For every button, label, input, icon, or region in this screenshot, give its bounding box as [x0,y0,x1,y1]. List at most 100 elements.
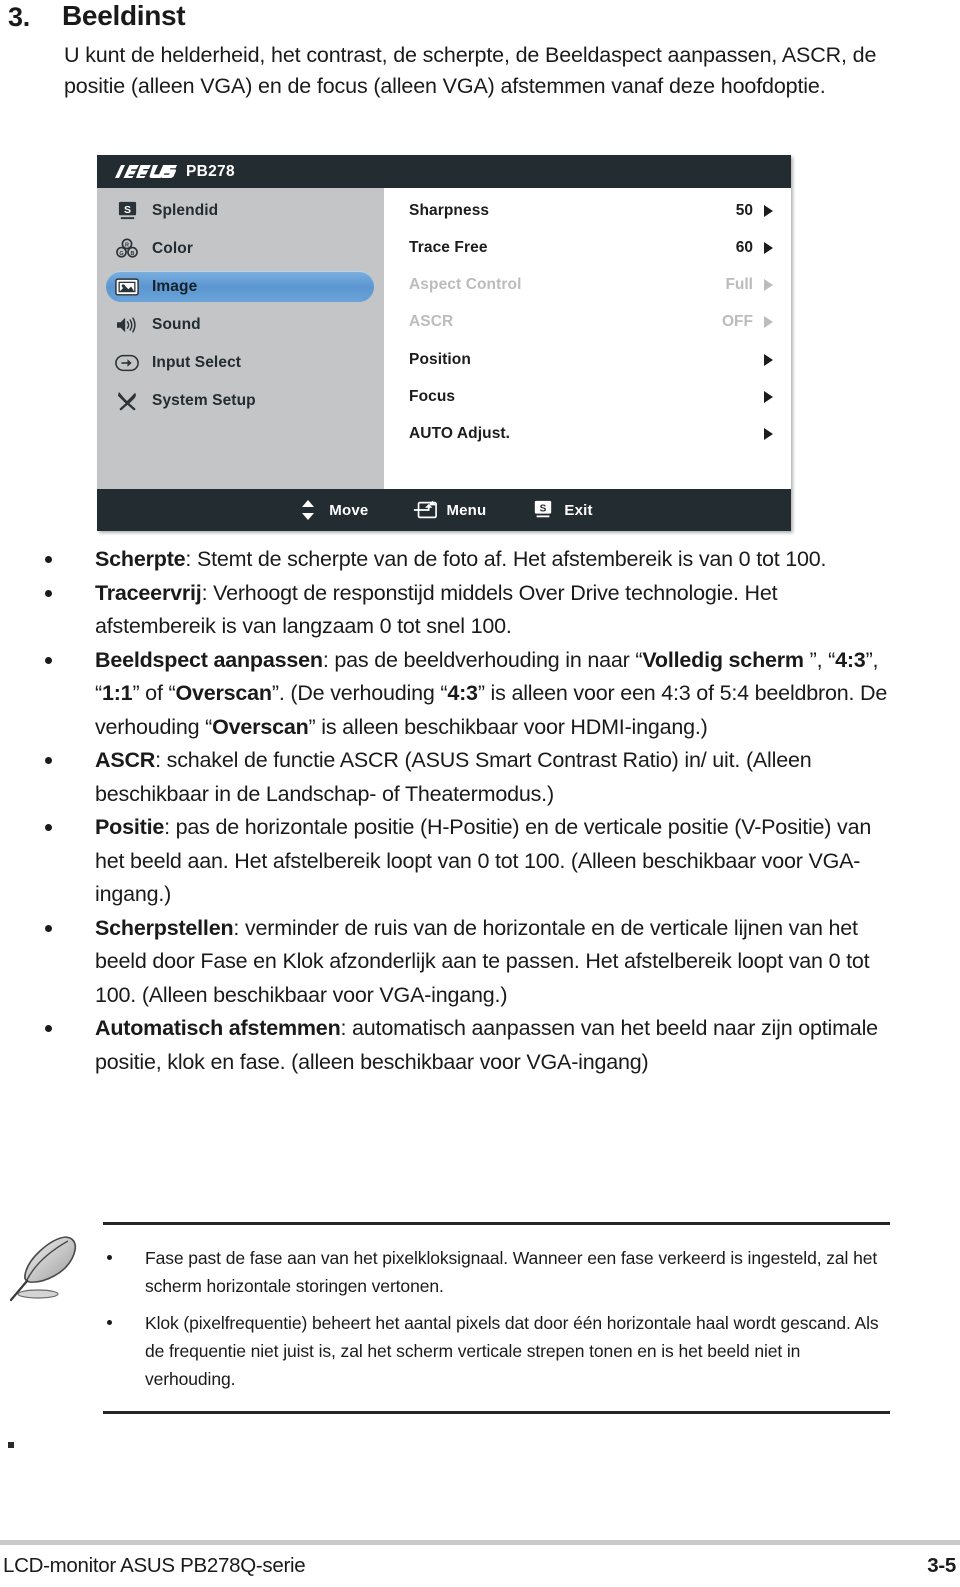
bullet-dot-icon [45,924,52,932]
osd-row-focus[interactable]: Focus [384,382,791,412]
bullet-term: Scherpstellen [95,915,234,940]
page-footer-rule [0,1540,960,1545]
sidebar-item-sound[interactable]: Sound [106,309,374,340]
osd-row-label: AUTO Adjust. [409,425,511,442]
up-down-arrows-icon [295,499,321,521]
osd-footer-exit[interactable]: S Exit [530,499,593,521]
osd-row-trace-free[interactable]: Trace Free 60 [384,233,791,263]
sidebar-item-label: Sound [152,315,201,333]
osd-row-label: ASCR [409,313,454,330]
osd-row-label: Position [409,351,471,368]
osd-footer-bar: Move Menu S Exit [97,489,791,531]
splendid-s-icon: S [530,499,556,521]
asus-logo-icon [115,164,177,179]
chevron-right-icon [764,428,773,440]
note-rule-top [103,1222,890,1225]
sidebar-item-system-setup[interactable]: System Setup [106,385,374,416]
input-arrow-icon [112,351,142,375]
bullet-item-traceervrij: Traceervrij: Verhoogt de responstijd mid… [0,577,960,644]
osd-row-auto-adjust[interactable]: AUTO Adjust. [384,419,791,449]
chevron-right-icon [764,242,773,254]
bullet-dot-icon [107,1320,112,1325]
sidebar-item-input-select[interactable]: Input Select [106,347,374,378]
bullet-term: Automatisch afstemmen [95,1016,341,1040]
menu-enter-icon [412,499,438,521]
sidebar-item-image[interactable]: Image [106,271,374,302]
osd-titlebar: PB278 [97,155,791,188]
osd-footer-label: Exit [564,501,593,519]
osd-footer-label: Menu [446,501,487,519]
osd-row-label: Focus [409,388,456,405]
osd-row-value: Full [725,276,753,293]
bullet-item-scherpstellen: Scherpstellen: verminder de ruis van de … [0,912,960,1013]
chevron-right-icon [764,354,773,366]
bullet-dot-icon [45,589,52,597]
osd-row-value: 60 [735,239,753,256]
note-text: Fase past de fase aan van het pixelkloks… [145,1248,878,1296]
bullet-item-beeldspect-aanpassen: Beeldspect aanpassen: pas de beeldverhou… [0,644,960,745]
bullet-text: : Stemt de scherpte van de foto af. Het … [185,547,827,571]
page-footer-left: LCD-monitor ASUS PB278Q-serie [3,1554,306,1577]
osd-main-list: Sharpness 50 Trace Free 60 Aspect Contro… [384,188,791,489]
sidebar-item-splendid[interactable]: S Splendid [106,195,374,226]
speaker-icon [112,313,142,337]
note-bullet-list: Fase past de fase aan van het pixelkloks… [0,1244,960,1402]
section-title: Beeldinst [62,0,186,31]
osd-footer-move[interactable]: Move [295,499,368,521]
bullet-item-automatisch-afstemmen: Automatisch afstemmen: automatisch aanpa… [0,1012,960,1079]
chevron-right-icon [764,279,773,291]
note-item-fase: Fase past de fase aan van het pixelkloks… [0,1244,960,1300]
sidebar-item-label: System Setup [152,391,256,409]
sidebar-item-label: Splendid [152,201,219,219]
bullet-dot-icon [45,556,52,563]
bullet-term: Positie [95,815,165,839]
bullet-dot-icon [45,757,52,764]
bullet-term: Beeldspect aanpassen [95,647,323,672]
sidebar-item-label: Image [152,277,198,295]
splendid-icon: S [112,199,142,223]
osd-row-label: Aspect Control [409,276,522,293]
sidebar-item-label: Input Select [152,353,242,371]
bullet-dot-icon [107,1255,112,1260]
color-palette-icon: R G B [112,237,142,261]
svg-text:S: S [123,204,130,216]
section-number: 3. [8,2,30,32]
osd-menu-screenshot: PB278 S Splendid R G B Color Image Sound… [97,155,791,531]
bullet-dot-icon [45,824,52,831]
svg-text:S: S [540,503,547,514]
bullet-text: : schakel de functie ASCR (ASUS Smart Co… [95,748,812,806]
feature-bullet-list: Scherpte: Stemt de scherpte van de foto … [0,543,960,1079]
osd-row-position[interactable]: Position [384,345,791,375]
chevron-right-icon [764,205,773,217]
osd-row-ascr[interactable]: ASCR OFF [384,307,791,337]
osd-row-aspect-control[interactable]: Aspect Control Full [384,270,791,300]
bullet-item-scherpte: Scherpte: Stemt de scherpte van de foto … [0,543,960,577]
bullet-term: ASCR [95,748,156,772]
note-item-klok: Klok (pixelfrequentie) beheert het aanta… [0,1309,960,1393]
note-text: Klok (pixelfrequentie) beheert het aanta… [145,1313,879,1389]
note-rule-bottom [103,1411,890,1414]
bullet-term: Traceervrij [95,580,202,605]
osd-row-value: OFF [722,313,753,330]
osd-sidebar: S Splendid R G B Color Image Sound Input… [97,188,384,489]
section-intro-paragraph: U kunt de helderheid, het contrast, de s… [64,43,877,98]
svg-text:G: G [119,251,123,257]
bullet-dot-icon [45,1025,52,1032]
page-footer-right: 3-5 [927,1554,956,1577]
sidebar-item-label: Color [152,239,193,257]
osd-row-sharpness[interactable]: Sharpness 50 [384,196,791,226]
osd-row-label: Sharpness [409,202,490,219]
chevron-right-icon [764,391,773,403]
osd-row-value: 50 [735,202,753,219]
sidebar-item-color[interactable]: R G B Color [106,233,374,264]
bullet-dot-icon [45,656,52,664]
bullet-item-ascr: ASCR: schakel de functie ASCR (ASUS Smar… [0,744,960,811]
chevron-right-icon [764,316,773,328]
section-heading: 3. Beeldinst [0,0,960,40]
osd-footer-menu[interactable]: Menu [412,499,486,521]
tools-icon [112,389,142,413]
stray-period-mark [8,1442,14,1448]
bullet-item-positie: Positie: pas de horizontale positie (H-P… [0,811,960,912]
osd-model-label: PB278 [186,162,235,180]
osd-row-label: Trace Free [409,239,488,256]
